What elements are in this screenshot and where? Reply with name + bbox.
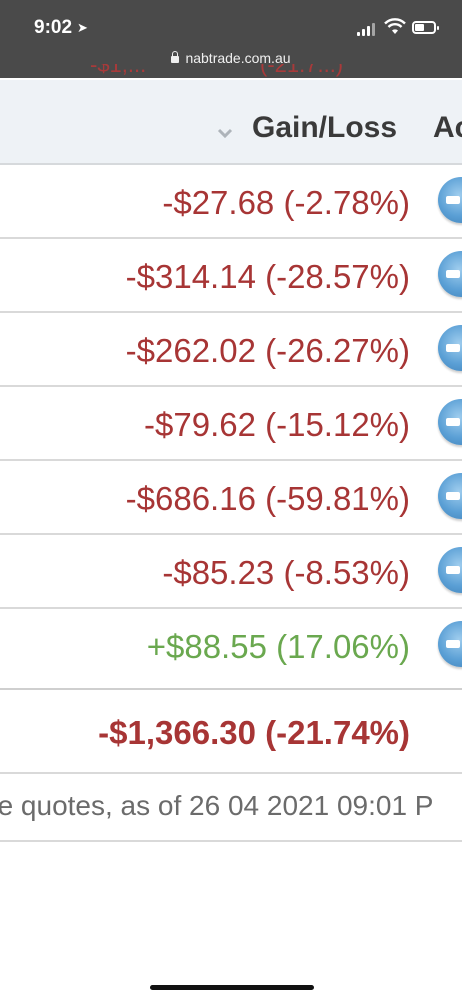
- gain-loss-value: -$262.02 (-26.27%): [125, 332, 410, 369]
- gain-loss-value: +$88.55 (17.06%): [146, 628, 410, 665]
- gain-loss-value: -$79.62 (-15.12%): [144, 406, 410, 443]
- total-row: -$1,366.30 (-21.74%): [0, 688, 462, 774]
- gain-loss-value: -$686.16 (-59.81%): [125, 480, 410, 517]
- table-row: -$27.68 (-2.78%): [0, 165, 462, 239]
- gain-loss-value: -$85.23 (-8.53%): [162, 554, 410, 591]
- table-row: -$314.14 (-28.57%): [0, 239, 462, 313]
- table-row: -$85.23 (-8.53%): [0, 535, 462, 609]
- quotes-timestamp-note: ne quotes, as of 26 04 2021 09:01 P: [0, 790, 434, 821]
- peek-value-partial: -$1,...: [90, 64, 147, 77]
- column-header-gain-loss[interactable]: Gain/Loss: [252, 111, 397, 145]
- peek-percent-partial: (-21.7...): [260, 64, 344, 77]
- action-circle-icon[interactable]: [438, 621, 462, 667]
- chevron-down-icon[interactable]: [217, 127, 233, 139]
- action-circle-icon[interactable]: [438, 547, 462, 593]
- location-arrow-icon: ➤: [77, 20, 88, 35]
- lock-icon: [171, 51, 180, 63]
- total-gain-loss: -$1,366.30 (-21.74%): [98, 714, 410, 751]
- battery-icon: [412, 21, 439, 34]
- table-row: -$686.16 (-59.81%): [0, 461, 462, 535]
- status-time: 9:02: [34, 17, 73, 38]
- status-bar: 9:02 ➤ nabtrade.com.au -$1,... (-21.7...…: [0, 0, 462, 78]
- action-circle-icon[interactable]: [438, 325, 462, 371]
- action-circle-icon[interactable]: [438, 399, 462, 445]
- column-header-actions-partial[interactable]: Ac: [433, 111, 462, 145]
- wifi-icon: [384, 18, 406, 34]
- peek-row-partial: -$1,... (-21.7...): [0, 64, 462, 80]
- gain-loss-value: -$314.14 (-28.57%): [125, 258, 410, 295]
- gain-loss-value: -$27.68 (-2.78%): [162, 184, 410, 221]
- home-indicator[interactable]: [150, 985, 314, 990]
- action-circle-icon[interactable]: [438, 177, 462, 223]
- action-circle-icon[interactable]: [438, 251, 462, 297]
- cell-signal-icon: [357, 22, 377, 36]
- table-row: -$262.02 (-26.27%): [0, 313, 462, 387]
- action-circle-icon[interactable]: [438, 473, 462, 519]
- table-row: +$88.55 (17.06%): [0, 609, 462, 683]
- table-row: -$79.62 (-15.12%): [0, 387, 462, 461]
- quotes-footnote-row: ne quotes, as of 26 04 2021 09:01 P: [0, 774, 462, 842]
